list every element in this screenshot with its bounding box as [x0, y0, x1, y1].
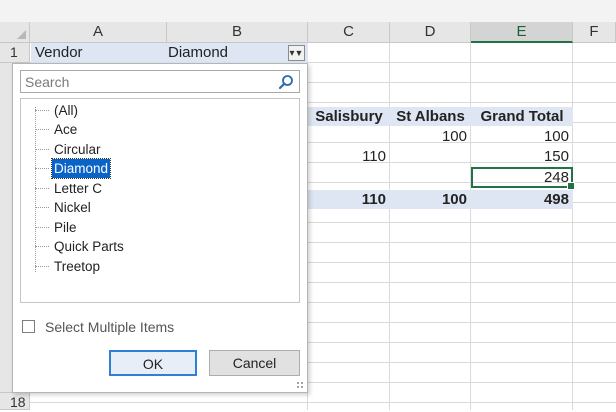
filter-dropdown-button[interactable]: ▾▼ — [288, 45, 305, 61]
pivot-header-salisbury[interactable]: Salisbury — [308, 107, 390, 126]
grid-line — [470, 43, 471, 410]
ribbon-edge — [0, 0, 616, 22]
pivot-total-salisbury[interactable]: 110 — [308, 190, 390, 209]
filter-dropdown-panel: Search (All) Ace Circular Diamond Letter… — [12, 63, 308, 393]
vendor-label: Vendor — [35, 44, 83, 61]
column-header-c[interactable]: C — [308, 22, 390, 43]
pivot-header-grand-total[interactable]: Grand Total — [471, 107, 573, 126]
filter-item-all[interactable]: (All) — [35, 101, 80, 120]
filter-item-diamond[interactable]: Diamond — [35, 158, 112, 179]
column-header-f[interactable]: F — [573, 22, 616, 43]
pivot-header-st-albans[interactable]: St Albans — [390, 107, 471, 126]
filter-cell[interactable]: Vendor Diamond — [31, 43, 308, 63]
pivot-cell[interactable]: 100 — [471, 127, 573, 146]
pivot-cell[interactable]: 110 — [308, 147, 390, 166]
filter-icon: ▾▼ — [289, 48, 304, 59]
select-multiple-label: Select Multiple Items — [45, 319, 175, 335]
pivot-cell[interactable]: 100 — [390, 127, 471, 146]
select-multiple-checkbox[interactable] — [22, 320, 35, 333]
pivot-total-grand[interactable]: 498 — [471, 190, 573, 209]
select-all-corner[interactable] — [0, 22, 30, 43]
filter-item-pile[interactable]: Pile — [35, 218, 79, 237]
filter-item-letter-c[interactable]: Letter C — [35, 179, 104, 198]
grid-line — [572, 43, 573, 410]
pivot-total-st-albans[interactable]: 100 — [390, 190, 471, 209]
pivot-cell[interactable]: 150 — [471, 147, 573, 166]
filter-item-ace[interactable]: Ace — [35, 120, 79, 139]
filter-item-list[interactable]: (All) Ace Circular Diamond Letter C Nick… — [20, 98, 300, 303]
column-header-b[interactable]: B — [167, 22, 308, 43]
filter-item-quick-parts[interactable]: Quick Parts — [35, 237, 126, 256]
search-placeholder: Search — [25, 74, 70, 90]
column-header-e[interactable]: E — [471, 22, 573, 43]
search-input[interactable]: Search — [20, 70, 300, 93]
vendor-filter-value: Diamond — [168, 44, 229, 61]
row-header-18[interactable]: 18 — [0, 393, 30, 410]
filter-item-nickel[interactable]: Nickel — [35, 198, 93, 217]
cancel-button[interactable]: Cancel — [209, 350, 300, 376]
active-cell-border — [471, 167, 575, 190]
ok-button[interactable]: OK — [109, 350, 197, 376]
filter-item-circular[interactable]: Circular — [35, 140, 103, 159]
column-header-a[interactable]: A — [30, 22, 167, 43]
row-header-1[interactable]: 1 — [0, 43, 30, 63]
column-header-d[interactable]: D — [390, 22, 471, 43]
search-icon — [278, 75, 293, 90]
grid-line — [389, 43, 390, 410]
resize-grip-icon[interactable] — [296, 381, 304, 389]
filter-item-treetop[interactable]: Treetop — [35, 257, 102, 276]
